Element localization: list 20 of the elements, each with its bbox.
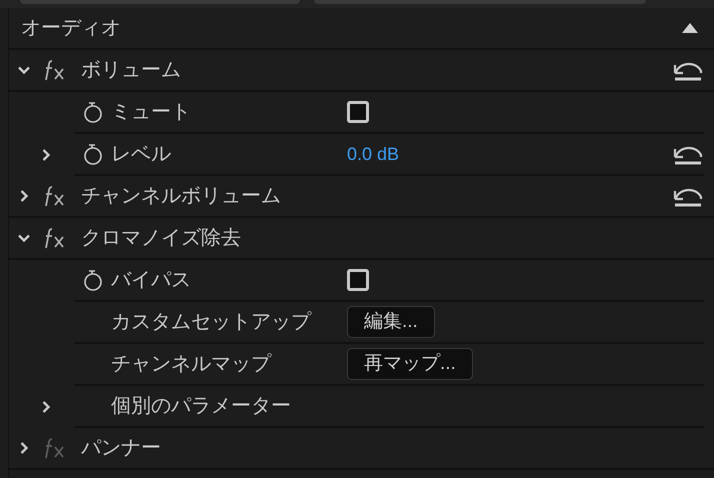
parameter-name: 個別のパラメーター [111,394,292,419]
effect-name[interactable]: ボリューム [81,55,672,85]
level-value[interactable]: 0.0 dB [347,140,400,168]
triangle-up-icon[interactable] [682,23,698,33]
section-title: オーディオ [21,16,122,41]
checkbox[interactable] [347,101,369,123]
stopwatch-icon[interactable] [83,101,103,123]
parameter-name: バイパス [111,268,192,293]
checkbox[interactable] [347,269,369,291]
action-button[interactable]: 再マップ... [347,348,473,380]
parameter-name: ミュート [111,100,192,125]
effect-name[interactable]: チャンネルボリューム [81,181,672,211]
effect-name[interactable]: パンナー [81,433,704,463]
effect-name[interactable]: クロマノイズ除去 [81,223,704,253]
stopwatch-icon[interactable] [83,143,103,165]
action-button[interactable]: 編集... [347,306,435,338]
parameter-name: カスタムセットアップ [111,310,312,335]
parameter-name: チャンネルマップ [111,352,272,377]
stopwatch-icon[interactable] [83,269,103,291]
parameter-name: レベル [111,142,172,167]
